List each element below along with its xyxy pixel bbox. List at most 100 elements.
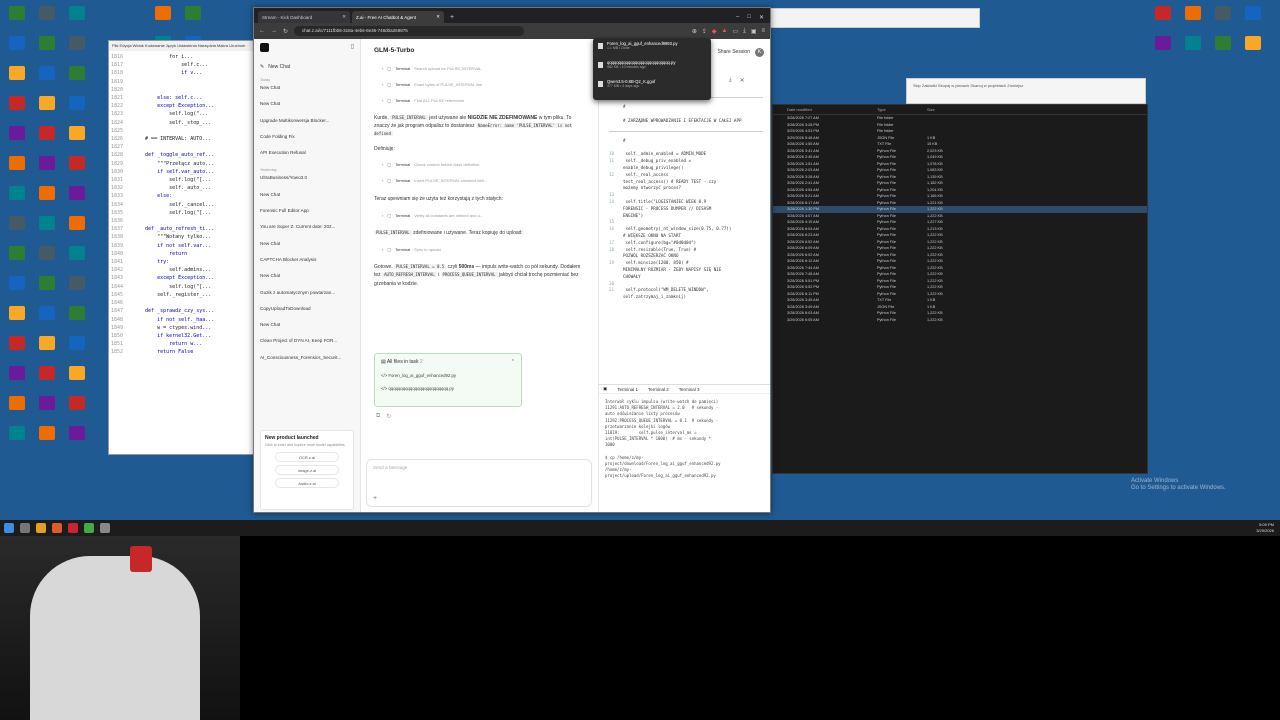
- chevron-right-icon[interactable]: ›: [382, 162, 383, 167]
- app-icon[interactable]: [84, 523, 94, 533]
- desktop-icon[interactable]: [64, 426, 90, 450]
- zoom-icon[interactable]: ⊕: [692, 28, 697, 35]
- desktop-icon[interactable]: [34, 306, 60, 330]
- sidebar-chat-item[interactable]: New Chat: [260, 100, 354, 116]
- close-icon[interactable]: ✕: [342, 14, 346, 20]
- desktop-icon[interactable]: [64, 186, 90, 210]
- desktop-icon[interactable]: [34, 426, 60, 450]
- tab-terminal-2[interactable]: Terminal 2: [648, 387, 669, 392]
- desktop-icon[interactable]: [1210, 6, 1236, 30]
- collapse-sidebar-icon[interactable]: ▯: [351, 43, 354, 64]
- desktop-icon[interactable]: [4, 66, 30, 90]
- download-icon[interactable]: ⤓: [743, 28, 746, 35]
- desktop-icon[interactable]: [4, 36, 30, 60]
- extensions-icon[interactable]: ▣: [751, 28, 757, 35]
- sidebar-chat-item[interactable]: New Chat: [260, 84, 354, 100]
- forward-icon[interactable]: →: [271, 28, 277, 34]
- chevron-up-icon[interactable]: ⌃: [511, 359, 515, 365]
- desktop-icon[interactable]: [64, 156, 90, 180]
- brave-shield-icon[interactable]: ◆: [712, 28, 717, 35]
- message-input-box[interactable]: Send a Message +: [366, 459, 592, 507]
- sidebar-chat-item[interactable]: New Chat: [260, 272, 354, 288]
- desktop-icon[interactable]: [4, 426, 30, 450]
- tool-call-row[interactable]: › ▢ Terminal Exact bytes of PULSE_INTERVAL …: [374, 76, 585, 92]
- col-date[interactable]: Date modified: [773, 107, 873, 112]
- desktop-icon[interactable]: [34, 36, 60, 60]
- file-row[interactable]: 3/29/2026 6:05 AM Python File 1,222 KB: [773, 317, 1147, 324]
- desktop-icon[interactable]: [34, 216, 60, 240]
- avatar[interactable]: K: [755, 47, 764, 57]
- desktop-icon[interactable]: [34, 246, 60, 270]
- desktop-icon[interactable]: [64, 6, 90, 30]
- clock[interactable]: 5:09 PM 3/29/2026: [1256, 522, 1274, 534]
- desktop-icon[interactable]: [34, 366, 60, 390]
- desktop-icon[interactable]: [64, 126, 90, 150]
- sidebar-chat-item[interactable]: Forensic Full Editor App: [260, 207, 354, 223]
- file-item[interactable]: </> Foren_log_ai_gguf_enhanced92.py: [381, 373, 515, 386]
- sidebar-chat-item[interactable]: New Chat: [260, 191, 354, 207]
- back-icon[interactable]: ←: [259, 28, 265, 34]
- sidebar-chat-item[interactable]: CopyUploadToDownload: [260, 305, 354, 321]
- desktop-icon[interactable]: [1150, 6, 1176, 30]
- sidebar-icon[interactable]: ▭: [732, 28, 738, 35]
- desktop-icon[interactable]: [34, 6, 60, 30]
- sidebar-chat-item[interactable]: CAPTCHA Blocker Analysis: [260, 256, 354, 272]
- message-input[interactable]: Send a Message: [373, 465, 585, 470]
- desktop-icon[interactable]: [64, 246, 90, 270]
- file-item[interactable]: </> qqqqqqqqqqqqqqqqqqqqqqqqq.py: [381, 386, 515, 399]
- new-tab-button[interactable]: +: [446, 14, 458, 23]
- tab-terminal-3[interactable]: Terminal 3: [679, 387, 700, 392]
- tab-zai-chat[interactable]: Z.ai - Free AI Chatbot & Agent ✕: [352, 11, 444, 23]
- sidebar-chat-item[interactable]: You are Super Z. Current date: 202...: [260, 223, 354, 239]
- desktop-icon[interactable]: [4, 126, 30, 150]
- desktop-icon[interactable]: [64, 66, 90, 90]
- editor-code[interactable]: 1816 for i... 1817 self.c... 1818 if v... 1…: [109, 51, 259, 359]
- desktop-icon[interactable]: [4, 336, 30, 360]
- audio-button[interactable]: Audio.z.ai: [275, 477, 339, 488]
- desktop-icon[interactable]: [64, 336, 90, 360]
- desktop-icon[interactable]: [180, 6, 206, 30]
- desktop-icon[interactable]: [34, 126, 60, 150]
- chevron-right-icon[interactable]: ›: [382, 178, 383, 183]
- desktop-icon[interactable]: [64, 396, 90, 420]
- tab-kick-dashboard[interactable]: Stream - Kick Dashboard ✕: [258, 11, 350, 23]
- chevron-right-icon[interactable]: ›: [382, 213, 383, 218]
- desktop-icon[interactable]: [4, 306, 30, 330]
- zai-logo-icon[interactable]: [260, 43, 269, 52]
- maximize-icon[interactable]: □: [747, 14, 751, 21]
- desktop-icon[interactable]: [1240, 36, 1266, 60]
- tab-terminal-1[interactable]: Terminal 1: [617, 387, 638, 392]
- minimize-icon[interactable]: –: [736, 14, 739, 21]
- chevron-right-icon[interactable]: ›: [382, 66, 383, 71]
- desktop-icon[interactable]: [1150, 36, 1176, 60]
- chevron-right-icon[interactable]: ›: [382, 247, 383, 252]
- attach-button[interactable]: +: [373, 495, 377, 502]
- model-selector[interactable]: GLM-5-Turbo: [374, 47, 585, 54]
- brave-icon[interactable]: [52, 523, 62, 533]
- menu-icon[interactable]: ≡: [761, 28, 765, 35]
- desktop-icon[interactable]: [34, 396, 60, 420]
- close-icon[interactable]: ✕: [436, 14, 440, 20]
- close-window-icon[interactable]: ✕: [759, 14, 764, 21]
- image-button[interactable]: Image.z.ai: [275, 464, 339, 475]
- new-chat-button[interactable]: ✎ New Chat: [260, 64, 354, 70]
- desktop-icon[interactable]: [4, 186, 30, 210]
- download-item[interactable]: Qwen3.5-0.8B-Q2_K.gguf 377 MB • 4 days a…: [598, 79, 706, 98]
- desktop-icon[interactable]: [1240, 6, 1266, 30]
- desktop-icon[interactable]: [64, 276, 90, 300]
- desktop-icon[interactable]: [64, 96, 90, 120]
- url-field[interactable]: chat.z.ai/c/7111fbb8-318a-4eb6-8e36-748d…: [294, 26, 525, 36]
- regenerate-icon[interactable]: ↻: [386, 413, 391, 420]
- download-item[interactable]: qqqqqqqqqqqqqqqqqqqqqqqqqqq.py 982 KB • …: [598, 60, 706, 79]
- sidebar-chat-item[interactable]: Clean Project of DYN AI, Keep FOR...: [260, 337, 354, 353]
- tool-call-row[interactable]: › ▢ Terminal Find ALL PULSE references: [374, 92, 585, 108]
- desktop-icon[interactable]: [4, 396, 30, 420]
- chevron-right-icon[interactable]: ›: [382, 82, 383, 87]
- explorer-icon[interactable]: [36, 523, 46, 533]
- desktop-icon[interactable]: [34, 336, 60, 360]
- tool-call-row[interactable]: › ▢ Terminal Sync to upload: [374, 241, 585, 257]
- files-card[interactable]: ▤ All files in task 2 ⌃ </> Foren_log_ai…: [374, 353, 522, 407]
- chevron-right-icon[interactable]: ›: [382, 98, 383, 103]
- sidebar-chat-item[interactable]: New Chat: [260, 321, 354, 337]
- share-session-button[interactable]: Share Session: [717, 49, 750, 55]
